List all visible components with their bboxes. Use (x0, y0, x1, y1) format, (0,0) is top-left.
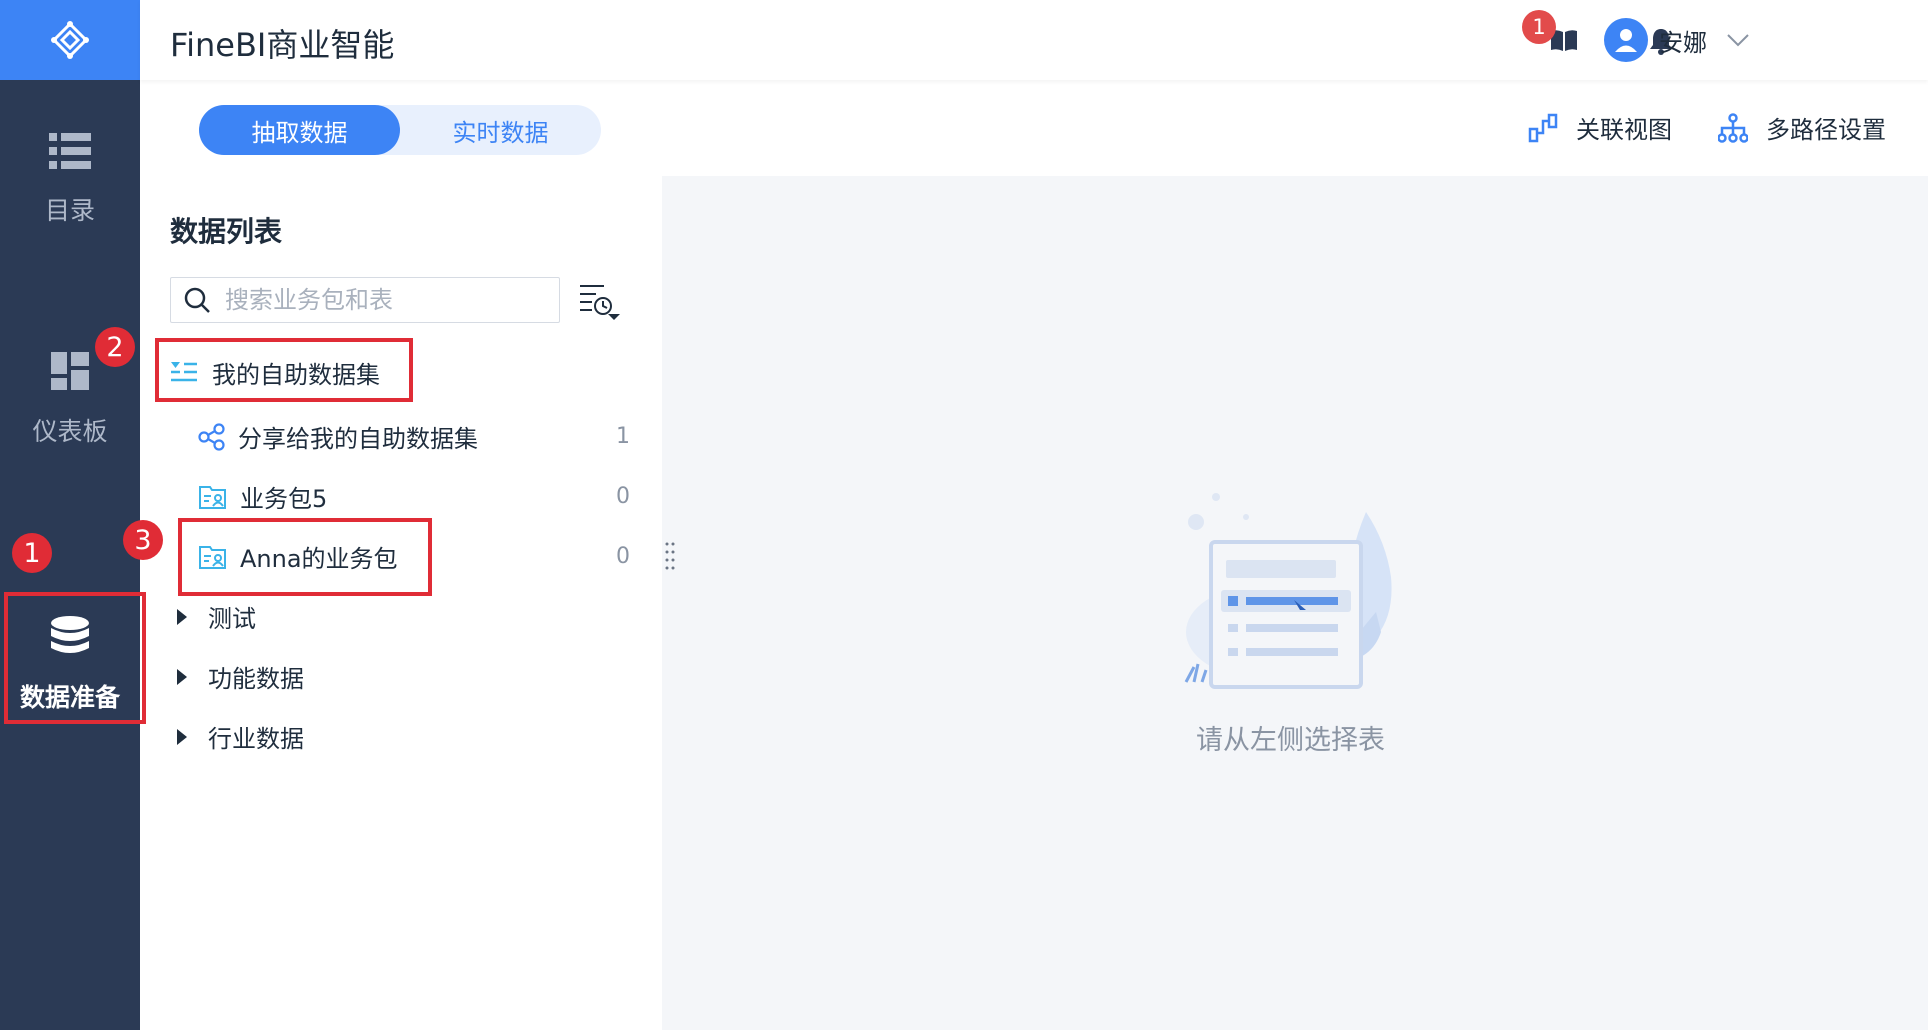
app-logo[interactable] (0, 0, 140, 80)
highlight-box-self-dataset (155, 338, 413, 402)
user-icon (1615, 29, 1637, 52)
filter-button[interactable] (578, 282, 622, 326)
item-count: 1 (616, 424, 630, 449)
caret-right-icon (177, 608, 187, 625)
empty-state-illustration (1184, 493, 1392, 689)
tree-group-function-data[interactable]: 功能数据 (176, 659, 304, 694)
item-count: 0 (616, 544, 630, 569)
annotation-marker-2: 2 (95, 327, 135, 367)
user-name: 安娜 (1659, 28, 1707, 57)
business-package-icon (199, 485, 226, 509)
share-icon (198, 422, 225, 451)
search-input[interactable] (225, 286, 545, 314)
multipath-settings-label: 多路径设置 (1766, 116, 1886, 144)
panel-title: 数据列表 (170, 215, 283, 248)
sidebar-item-label: 仪表板 (32, 417, 108, 446)
tree-item-label: 业务包5 (240, 485, 328, 513)
table-preview-area: 请从左侧选择表 (662, 176, 1928, 1030)
tree-group-label: 行业数据 (208, 725, 304, 753)
chevron-down-icon (1727, 34, 1749, 47)
app-title: FineBI商业智能 (170, 26, 395, 64)
highlight-box-data-prep (4, 592, 146, 724)
logo-icon (51, 21, 89, 59)
sidebar-item-catalog[interactable]: 目录 (0, 105, 140, 255)
multipath-settings-button[interactable]: 多路径设置 (1718, 110, 1886, 145)
data-mode-toggle: 抽取数据 实时数据 (199, 105, 601, 155)
search-box (170, 277, 560, 323)
relation-view-icon (1528, 113, 1558, 142)
sidebar: 目录 仪表板 数据准备 (0, 0, 140, 1030)
tab-extract-data[interactable]: 抽取数据 (199, 105, 400, 155)
relation-view-button[interactable]: 关联视图 (1528, 110, 1672, 145)
list-icon (49, 133, 91, 169)
search-icon (184, 287, 210, 313)
highlight-box-anna-package (178, 518, 432, 596)
caret-right-icon (177, 728, 187, 745)
item-count: 0 (616, 484, 630, 509)
empty-state-message: 请从左侧选择表 (1196, 725, 1385, 756)
panel-resize-handle[interactable] (664, 540, 676, 572)
tree-group-test[interactable]: 测试 (176, 599, 256, 634)
tree-group-label: 测试 (208, 605, 256, 633)
filter-clock-icon (580, 285, 620, 320)
tree-item-label: 分享给我的自助数据集 (238, 425, 478, 453)
tree-item-shared-dataset[interactable]: 分享给我的自助数据集 1 (198, 419, 630, 454)
user-menu[interactable]: 安娜 (1604, 18, 1749, 62)
annotation-marker-3: 3 (123, 520, 163, 560)
caret-right-icon (177, 668, 187, 685)
dashboard-icon (51, 352, 89, 390)
sidebar-item-label: 目录 (44, 196, 95, 225)
tab-realtime-data[interactable]: 实时数据 (400, 105, 601, 155)
tree-group-industry-data[interactable]: 行业数据 (176, 719, 304, 754)
notification-badge: 1 (1522, 10, 1556, 44)
tree-group-label: 功能数据 (208, 665, 304, 693)
annotation-marker-1: 1 (12, 533, 52, 573)
avatar (1604, 18, 1648, 62)
tree-item-package-5[interactable]: 业务包5 0 (198, 479, 630, 514)
relation-view-label: 关联视图 (1576, 116, 1672, 144)
hierarchy-icon (1718, 112, 1748, 143)
